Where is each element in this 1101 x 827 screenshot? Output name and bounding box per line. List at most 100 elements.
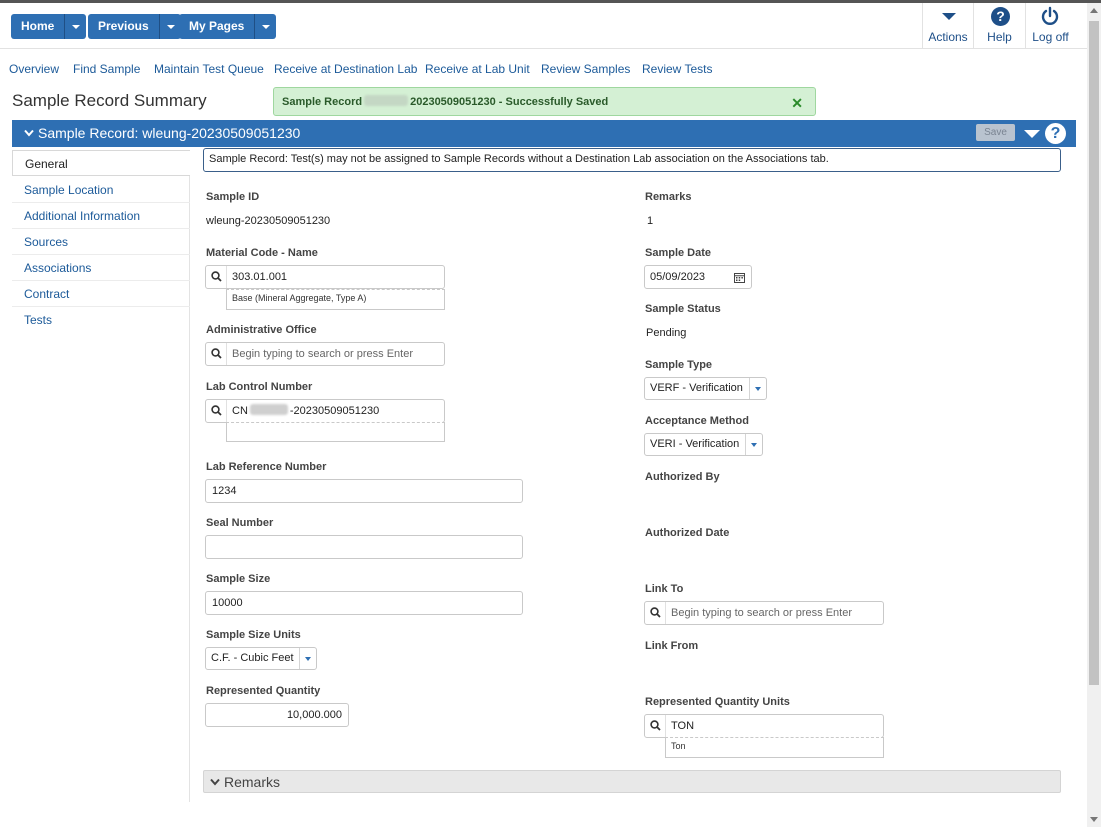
tab-contract[interactable]: Contract xyxy=(12,281,190,307)
page-title: Sample Record Summary xyxy=(12,91,207,110)
actions-button[interactable]: Actions xyxy=(922,3,973,49)
vertical-scrollbar[interactable] xyxy=(1087,3,1101,827)
search-icon[interactable] xyxy=(206,400,227,422)
sample-date-label: Sample Date xyxy=(645,247,712,259)
help-button[interactable]: ? Help xyxy=(973,3,1025,49)
tab-additional-information[interactable]: Additional Information xyxy=(12,203,190,229)
chevron-down-icon xyxy=(72,25,81,29)
mypages-split-button: My Pages xyxy=(179,14,277,39)
chevron-down-icon xyxy=(942,13,956,20)
previous-button[interactable]: Previous xyxy=(88,14,160,39)
sample-units-label: Sample Size Units xyxy=(206,629,301,641)
tab-general[interactable]: General xyxy=(12,150,190,176)
home-dropdown-button[interactable] xyxy=(65,14,87,39)
sample-type-value: VERF - Verification xyxy=(650,382,743,394)
chevron-down-icon xyxy=(210,778,220,786)
tab-tests[interactable]: Tests xyxy=(12,307,190,333)
chevron-down-icon xyxy=(749,378,766,399)
my-pages-dropdown-button[interactable] xyxy=(255,14,277,39)
search-icon[interactable] xyxy=(206,343,227,365)
search-icon[interactable] xyxy=(645,715,666,737)
link-to-label: Link To xyxy=(645,583,684,595)
info-message: Sample Record: Test(s) may not be assign… xyxy=(203,148,1061,172)
lab-control-search[interactable]: CN -20230509051230 xyxy=(205,399,445,423)
nav-overview[interactable]: Overview xyxy=(9,62,59,76)
nav-receive-destination-lab[interactable]: Receive at Destination Lab xyxy=(274,62,417,76)
nav-review-tests[interactable]: Review Tests xyxy=(642,62,712,76)
calendar-icon[interactable] xyxy=(734,272,745,283)
nav-review-samples[interactable]: Review Samples xyxy=(541,62,630,76)
save-button[interactable]: Save xyxy=(976,124,1015,141)
seal-number-input[interactable] xyxy=(205,535,523,559)
scroll-thumb[interactable] xyxy=(1089,21,1099,685)
scroll-down-icon[interactable] xyxy=(1090,817,1098,822)
tab-sample-location[interactable]: Sample Location xyxy=(12,177,190,203)
nav-find-sample[interactable]: Find Sample xyxy=(73,62,140,76)
material-search[interactable]: 303.01.001 xyxy=(205,265,445,289)
seal-number-label: Seal Number xyxy=(206,517,274,529)
search-icon[interactable] xyxy=(206,266,227,288)
sample-status-label: Sample Status xyxy=(645,303,721,315)
chevron-down-icon xyxy=(262,25,271,29)
admin-office-search[interactable]: Begin typing to search or press Enter xyxy=(205,342,445,366)
sample-type-label: Sample Type xyxy=(645,359,713,371)
logoff-label: Log off xyxy=(1032,30,1069,44)
sample-size-input[interactable]: 10000 xyxy=(205,591,523,615)
sample-record-header: Sample Record: wleung-20230509051230 Sav… xyxy=(12,120,1076,147)
toast-prefix: Sample Record xyxy=(282,96,363,108)
my-pages-button[interactable]: My Pages xyxy=(179,14,256,39)
logoff-button[interactable]: Log off xyxy=(1025,3,1075,49)
help-icon[interactable]: ? xyxy=(1045,123,1066,144)
close-icon[interactable]: ✕ xyxy=(791,95,803,112)
home-button[interactable]: Home xyxy=(11,14,66,39)
header-title[interactable]: Sample Record: wleung-20230509051230 xyxy=(24,125,300,141)
top-toolbar: Home Previous My Pages Actions ? Help Lo… xyxy=(0,3,1087,49)
help-label: Help xyxy=(987,30,1012,44)
lab-control-text: CN -20230509051230 xyxy=(232,400,379,422)
sample-id-value: wleung-20230509051230 xyxy=(206,215,331,227)
material-input-text: 303.01.001 xyxy=(232,271,288,283)
sample-status-value: Pending xyxy=(646,327,687,339)
remarks-label: Remarks xyxy=(645,191,692,203)
link-to-search[interactable]: Begin typing to search or press Enter xyxy=(644,601,884,625)
nav-receive-lab-unit[interactable]: Receive at Lab Unit xyxy=(425,62,530,76)
chevron-down-icon xyxy=(166,25,175,29)
chevron-down-icon xyxy=(299,648,316,669)
home-split-button: Home xyxy=(11,14,87,39)
chevron-down-icon xyxy=(24,129,34,137)
admin-office-label: Administrative Office xyxy=(206,324,317,336)
rep-qty-input[interactable]: 10,000.000 xyxy=(205,703,349,727)
sample-type-select[interactable]: VERF - Verification xyxy=(644,377,767,400)
toast-suffix: 20230509051230 - Successfully Saved xyxy=(410,96,609,108)
toast-message: Sample Record 20230509051230 - Successful… xyxy=(282,95,608,108)
header-menu-icon[interactable] xyxy=(1024,130,1040,138)
acceptance-method-select[interactable]: VERI - Verification xyxy=(644,433,763,456)
previous-dropdown-button[interactable] xyxy=(159,14,181,39)
link-to-placeholder: Begin typing to search or press Enter xyxy=(671,607,852,619)
lab-control-description xyxy=(226,422,445,442)
header-title-text: Sample Record: wleung-20230509051230 xyxy=(38,125,301,141)
sample-id-label: Sample ID xyxy=(206,191,260,203)
rep-qty-label: Represented Quantity xyxy=(206,685,321,697)
lab-control-prefix: CN xyxy=(232,405,248,417)
nav-maintain-test-queue[interactable]: Maintain Test Queue xyxy=(154,62,264,76)
remarks-section[interactable]: Remarks xyxy=(203,770,1061,793)
redacted-text xyxy=(364,95,409,106)
acceptance-method-value: VERI - Verification xyxy=(650,438,740,450)
tab-associations[interactable]: Associations xyxy=(12,255,190,281)
lab-ref-input[interactable]: 1234 xyxy=(205,479,523,503)
remarks-value: 1 xyxy=(647,215,654,227)
authorized-date-label: Authorized Date xyxy=(645,527,730,539)
tab-sources[interactable]: Sources xyxy=(12,229,190,255)
redacted-text xyxy=(249,404,288,415)
sample-date-input[interactable]: 05/09/2023 xyxy=(644,265,752,289)
scroll-up-icon[interactable] xyxy=(1090,8,1098,13)
acceptance-method-label: Acceptance Method xyxy=(645,415,749,427)
link-from-label: Link From xyxy=(645,640,699,652)
rep-units-value: TON xyxy=(671,720,695,732)
rep-units-description: Ton xyxy=(665,737,884,758)
sample-units-select[interactable]: C.F. - Cubic Feet xyxy=(205,647,317,670)
rep-units-search[interactable]: TON xyxy=(644,714,884,738)
lab-control-suffix: -20230509051230 xyxy=(289,405,380,417)
search-icon[interactable] xyxy=(645,602,666,624)
